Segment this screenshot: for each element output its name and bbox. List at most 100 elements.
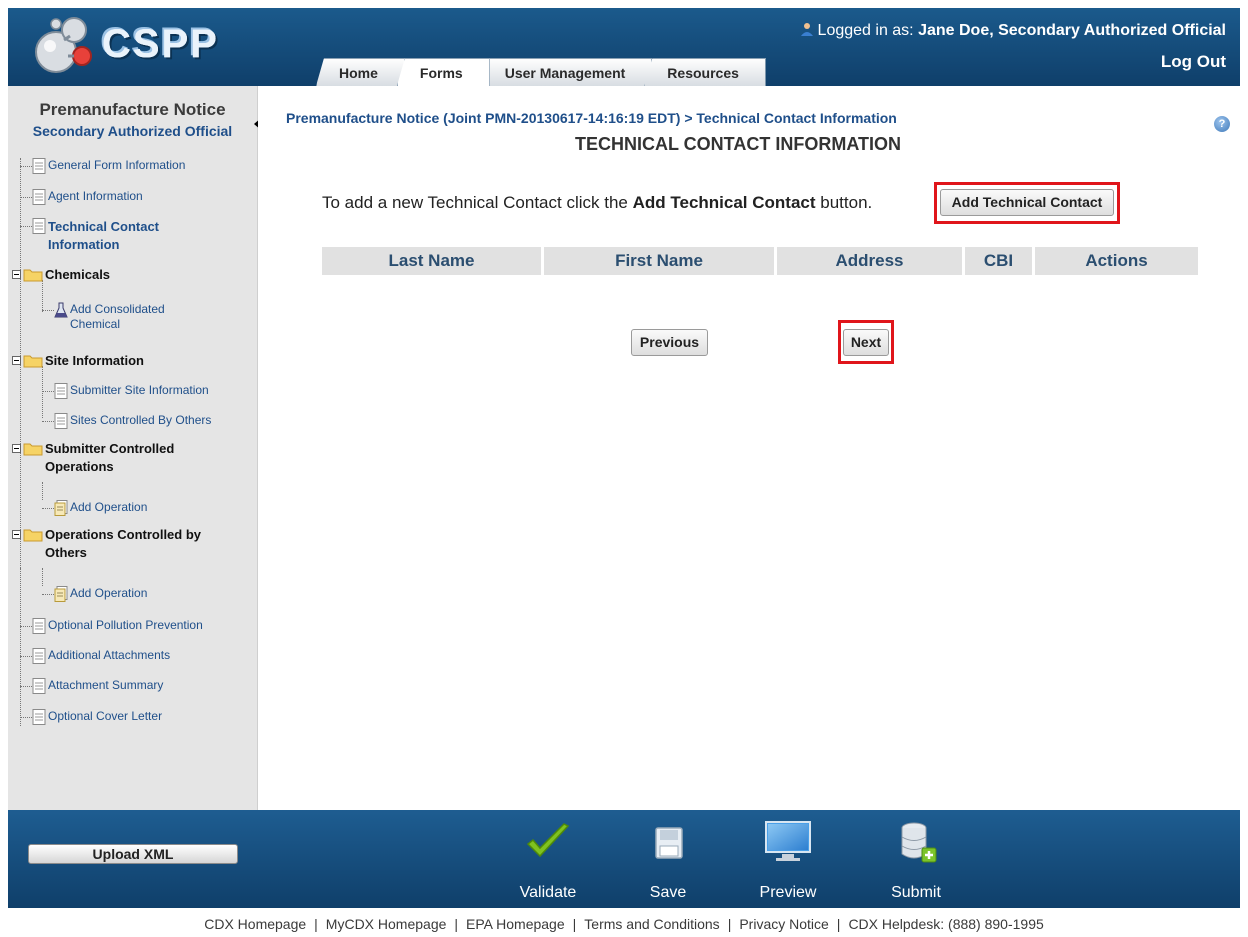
sidebar-item-add-operation[interactable]: Add Operation xyxy=(42,500,147,516)
tab-forms[interactable]: Forms xyxy=(396,58,490,86)
molecule-logo-icon xyxy=(35,17,92,73)
preview-button[interactable]: Preview xyxy=(748,818,828,902)
instruction-prefix: To add a new Technical Contact click the xyxy=(322,193,628,212)
document-icon xyxy=(32,709,46,725)
tab-home[interactable]: Home xyxy=(316,58,405,86)
sidebar-item-label: Site Information xyxy=(45,353,144,368)
cspp-logo[interactable]: CSPP xyxy=(26,12,226,76)
footer-link-terms-and-conditions[interactable]: Terms and Conditions xyxy=(584,916,719,932)
document-icon xyxy=(32,678,46,694)
add-technical-contact-button[interactable]: Add Technical Contact xyxy=(940,189,1114,216)
sidebar-item-submitter-site-information[interactable]: Submitter Site Information xyxy=(42,383,209,399)
sidebar-item-label: Attachment Summary xyxy=(48,678,164,692)
tab-user-management[interactable]: User Management xyxy=(481,58,653,86)
sidebar-item-label: Additional Attachments xyxy=(48,648,171,662)
save-button[interactable]: Save xyxy=(628,818,708,902)
column-header-first-name[interactable]: First Name xyxy=(544,247,777,275)
sidebar-item-label: Submitter Controlled Operations xyxy=(45,441,175,474)
instruction-text: To add a new Technical Contact click the… xyxy=(322,193,872,213)
document-icon xyxy=(54,383,68,399)
sidebar-item-label: Sites Controlled By Others xyxy=(70,413,212,427)
logged-in-status: Logged in as: Jane Doe, Secondary Author… xyxy=(800,22,1226,40)
validate-button[interactable]: Validate xyxy=(508,818,588,902)
breadcrumb[interactable]: Premanufacture Notice (Joint PMN-2013061… xyxy=(286,110,897,126)
sidebar-item-add-consolidated-chemical[interactable]: Add Consolidated Chemical xyxy=(42,302,202,332)
technical-contacts-table: Last Name First Name Address CBI Actions xyxy=(322,247,1198,275)
folder-icon xyxy=(23,269,43,282)
collapse-toggle-icon[interactable] xyxy=(12,356,21,365)
folder-icon xyxy=(23,355,43,368)
footer-link-cdx-homepage[interactable]: CDX Homepage xyxy=(204,916,306,932)
collapse-toggle-icon[interactable] xyxy=(12,530,21,539)
folder-icon xyxy=(23,443,43,456)
tab-resources[interactable]: Resources xyxy=(644,58,766,86)
flask-icon xyxy=(54,302,68,318)
save-label: Save xyxy=(649,884,687,901)
floppy-disk-icon xyxy=(655,827,683,859)
footer-link-epa-homepage[interactable]: EPA Homepage xyxy=(466,916,565,932)
footer-separator: | xyxy=(727,916,732,932)
sidebar-item-label: Add Operation xyxy=(70,500,148,514)
sidebar-item-attachment-summary[interactable]: Attachment Summary xyxy=(20,678,163,694)
document-icon xyxy=(54,413,68,429)
previous-button[interactable]: Previous xyxy=(631,329,708,356)
collapse-toggle-icon[interactable] xyxy=(12,444,21,453)
sidebar-item-agent-information[interactable]: Agent Information xyxy=(20,189,143,205)
submit-label: Submit xyxy=(891,884,941,901)
sidebar-item-technical-contact-information[interactable]: Technical Contact Information xyxy=(20,218,200,254)
main-content: Premanufacture Notice (Joint PMN-2013061… xyxy=(258,86,1240,810)
main-tabs: Home Forms User Management Resources xyxy=(316,58,766,86)
instruction-bold: Add Technical Contact xyxy=(632,193,816,212)
next-button[interactable]: Next xyxy=(843,329,889,356)
sidebar: Premanufacture Notice Secondary Authoriz… xyxy=(8,86,258,810)
page-title: TECHNICAL CONTACT INFORMATION xyxy=(575,134,901,154)
footer-separator: | xyxy=(836,916,841,932)
sidebar-item-submitter-controlled-operations[interactable]: Submitter Controlled Operations xyxy=(12,440,212,476)
sidebar-item-add-operation[interactable]: Add Operation xyxy=(42,586,147,602)
sidebar-item-general-form-information[interactable]: General Form Information xyxy=(20,158,185,174)
column-header-last-name[interactable]: Last Name xyxy=(322,247,544,275)
footer-link-mycdx-homepage[interactable]: MyCDX Homepage xyxy=(326,916,447,932)
sidebar-item-optional-pollution-prevention[interactable]: Optional Pollution Prevention xyxy=(20,618,203,634)
sidebar-title: Premanufacture Notice xyxy=(39,100,226,119)
sidebar-item-label: Operations Controlled by Others xyxy=(45,527,202,560)
sidebar-item-label: Optional Pollution Prevention xyxy=(48,618,203,632)
sidebar-item-operations-controlled-by-others[interactable]: Operations Controlled by Others xyxy=(12,526,212,562)
column-header-cbi[interactable]: CBI xyxy=(965,247,1035,275)
sidebar-item-label: Technical Contact Information xyxy=(48,219,160,252)
document-icon xyxy=(32,158,46,174)
logo-text: CSPP xyxy=(102,22,219,66)
sidebar-item-label: Submitter Site Information xyxy=(70,383,209,397)
column-header-address[interactable]: Address xyxy=(777,247,965,275)
footer-separator: | xyxy=(454,916,459,932)
help-icon[interactable]: ? xyxy=(1214,116,1230,132)
logged-in-prefix: Logged in as: xyxy=(817,22,914,39)
document-icon xyxy=(32,189,46,205)
sidebar-item-label: Add Consolidated Chemical xyxy=(70,302,165,331)
sidebar-item-additional-attachments[interactable]: Additional Attachments xyxy=(20,648,170,664)
submit-button[interactable]: Submit xyxy=(876,818,956,902)
header: CSPP Logged in as: Jane Doe, Secondary A… xyxy=(8,8,1240,86)
user-icon xyxy=(800,23,813,36)
collapse-toggle-icon[interactable] xyxy=(12,270,21,279)
sidebar-item-site-information[interactable]: Site Information xyxy=(12,352,144,370)
footer-separator: | xyxy=(572,916,577,932)
sidebar-item-sites-controlled-by-others[interactable]: Sites Controlled By Others xyxy=(42,413,211,429)
column-header-actions[interactable]: Actions xyxy=(1035,247,1198,275)
sidebar-item-label: Agent Information xyxy=(48,189,143,203)
sidebar-item-chemicals[interactable]: Chemicals xyxy=(12,266,110,284)
tree-connector xyxy=(20,568,21,726)
sidebar-item-label: General Form Information xyxy=(48,158,186,172)
logout-link[interactable]: Log Out xyxy=(1161,52,1226,72)
tree-connector xyxy=(42,568,43,586)
sidebar-item-label: Add Operation xyxy=(70,586,148,600)
validate-label: Validate xyxy=(519,884,577,901)
footer-links: CDX Homepage | MyCDX Homepage | EPA Homepage… xyxy=(0,916,1248,932)
monitor-icon xyxy=(765,821,811,861)
tree-connector xyxy=(42,482,43,500)
sidebar-item-optional-cover-letter[interactable]: Optional Cover Letter xyxy=(20,709,162,725)
upload-xml-button[interactable]: Upload XML xyxy=(28,844,238,864)
footer-link-privacy-notice[interactable]: Privacy Notice xyxy=(739,916,828,932)
footer-link-cdx-helpdesk[interactable]: CDX Helpdesk: (888) 890-1995 xyxy=(848,916,1043,932)
add-document-icon xyxy=(54,586,68,602)
